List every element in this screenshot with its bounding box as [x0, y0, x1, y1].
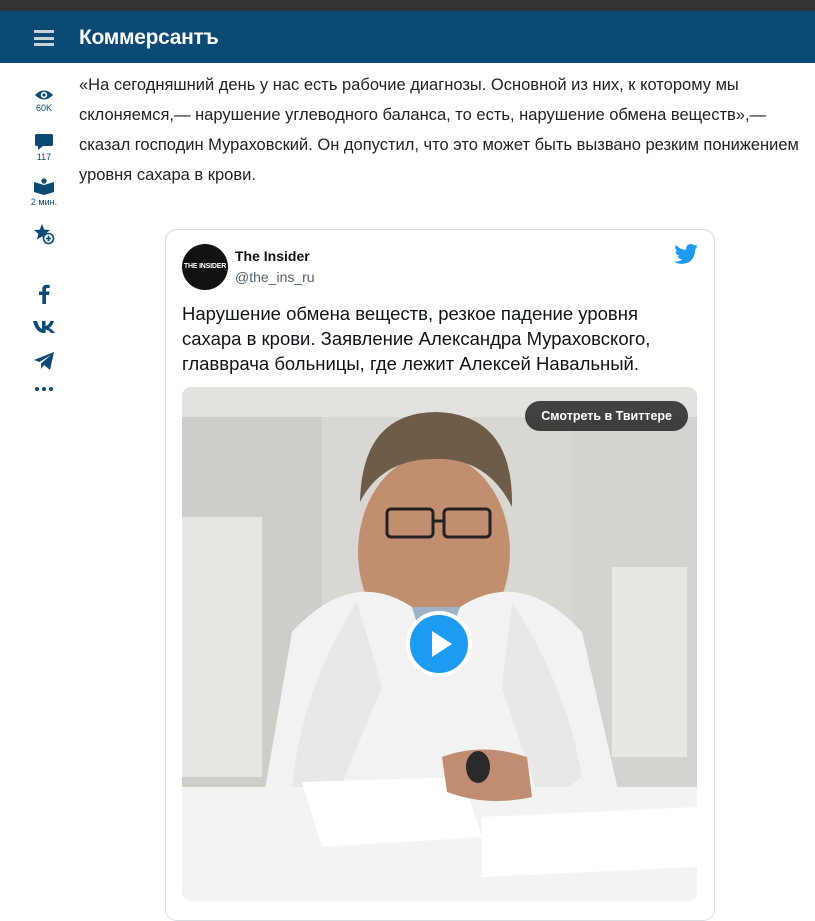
tweet-author-name[interactable]: The Insider [235, 248, 310, 264]
views-counter: 60K [26, 88, 62, 113]
facebook-icon [39, 284, 50, 304]
share-telegram[interactable] [26, 351, 62, 371]
read-time-value: 2 мин. [30, 197, 58, 207]
more-dots-icon [35, 387, 53, 391]
vk-icon [33, 321, 55, 333]
browser-top-strip [0, 0, 815, 11]
favorite-button[interactable] [26, 223, 62, 245]
play-icon [432, 631, 452, 657]
more-options[interactable] [26, 386, 62, 392]
twitter-bird-icon[interactable] [674, 244, 698, 264]
watch-on-twitter-button[interactable]: Смотреть в Твиттере [525, 401, 688, 431]
views-count: 60K [35, 103, 52, 113]
read-time: 2 мин. [26, 178, 62, 207]
embedded-tweet: THE INSIDER The Insider @the_ins_ru Нару… [165, 229, 715, 921]
eye-icon [35, 90, 53, 100]
tweet-text: Нарушение обмена веществ, резкое падение… [182, 303, 651, 374]
tweet-video[interactable]: Смотреть в Твиттере [182, 387, 697, 901]
comments-count: 117 [36, 152, 52, 162]
star-add-icon [34, 224, 55, 245]
article-paragraph: «На сегодняшний день у нас есть рабочие … [79, 76, 799, 184]
site-header: Коммерсантъ [0, 11, 815, 63]
comment-icon [35, 134, 53, 150]
share-vk[interactable] [26, 320, 62, 334]
book-icon [34, 178, 54, 195]
menu-icon[interactable] [34, 30, 54, 46]
site-logo[interactable]: Коммерсантъ [79, 26, 219, 50]
tweet-author-handle[interactable]: @the_ins_ru [235, 269, 315, 285]
telegram-icon [34, 352, 54, 370]
play-button[interactable] [406, 611, 472, 677]
tweet-author-avatar[interactable]: THE INSIDER [182, 244, 228, 290]
comments-counter[interactable]: 117 [26, 133, 62, 162]
share-facebook[interactable] [26, 284, 62, 304]
